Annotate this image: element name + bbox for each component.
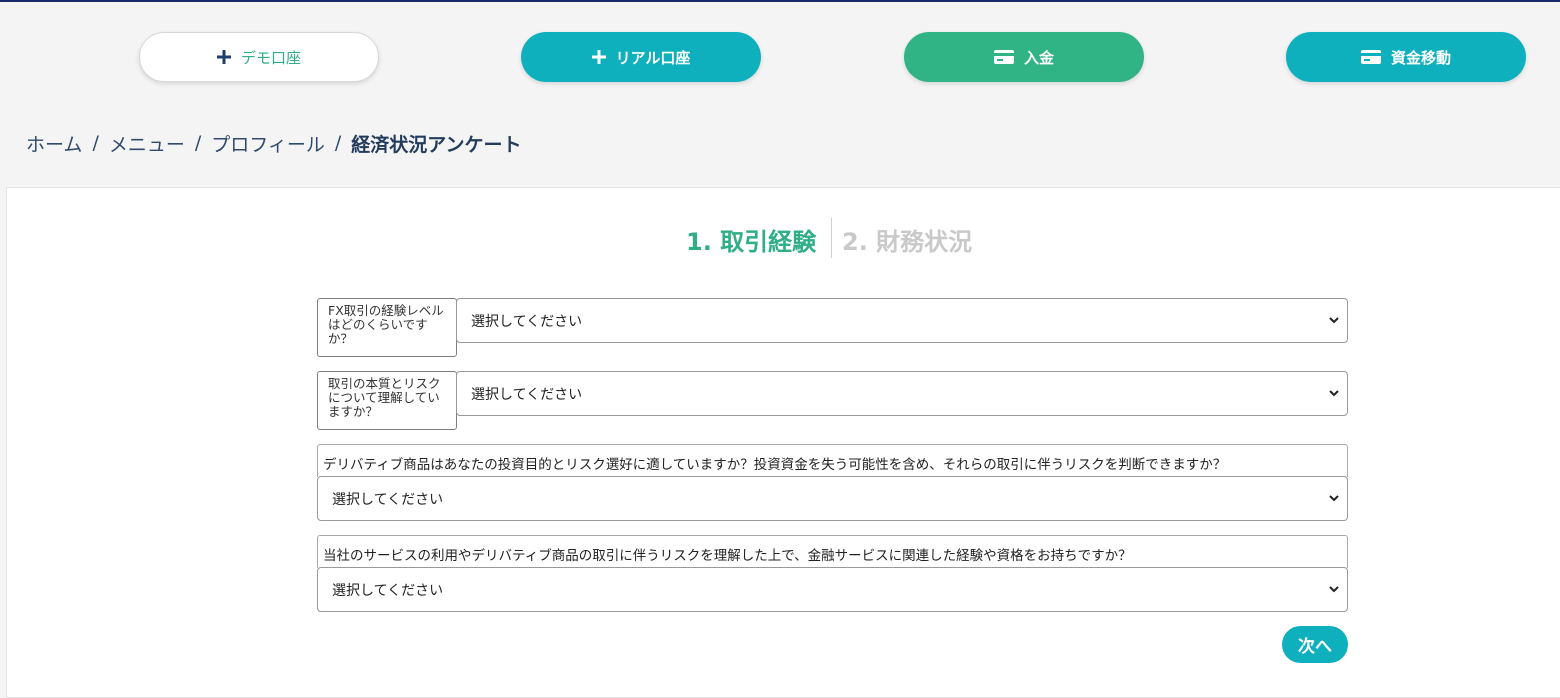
derivatives-suitability-select[interactable]: 選択してください [317, 476, 1348, 521]
chevron-down-icon [1329, 586, 1339, 593]
fund-transfer-button[interactable]: 資金移動 [1286, 32, 1526, 82]
select-value: 選択してください [471, 386, 583, 403]
step-trading-experience[interactable]: 1. 取引経験 [686, 222, 816, 257]
plus-icon [216, 50, 231, 64]
chevron-down-icon [1329, 317, 1339, 324]
breadcrumb-profile[interactable]: プロフィール [211, 130, 325, 157]
risk-understanding-select[interactable]: 選択してください [456, 371, 1348, 416]
breadcrumb-menu[interactable]: メニュー [109, 130, 185, 157]
breadcrumb-separator: / [334, 132, 342, 154]
select-value: 選択してください [471, 313, 583, 330]
breadcrumb-separator: / [194, 132, 202, 154]
step-financial-status[interactable]: 2. 財務状況 [842, 222, 972, 257]
step-indicator: 1. 取引経験 2. 財務状況 [0, 218, 1560, 258]
deposit-label: 入金 [1023, 48, 1054, 67]
select-value: 選択してください [332, 582, 444, 599]
breadcrumb-separator: / [92, 132, 99, 154]
breadcrumb-home[interactable]: ホーム [26, 130, 82, 157]
financial-qualification-select[interactable]: 選択してください [317, 567, 1348, 612]
card-icon [1360, 50, 1381, 64]
demo-account-label: デモ口座 [240, 48, 301, 67]
question-label: デリバティブ商品はあなたの投資目的とリスク選好に適していますか？投資資金を失う可… [317, 444, 1348, 477]
breadcrumb-current: 経済状況アンケート [351, 133, 522, 156]
card-icon [993, 50, 1014, 64]
fund-transfer-label: 資金移動 [1390, 48, 1451, 67]
real-account-button[interactable]: リアル口座 [521, 32, 761, 82]
select-value: 選択してください [332, 491, 444, 508]
next-button[interactable]: 次へ [1282, 626, 1348, 663]
question-label: 当社のサービスの利用やデリバティブ商品の取引に伴うリスクを理解した上で、金融サー… [317, 535, 1348, 568]
demo-account-button[interactable]: デモ口座 [139, 32, 379, 82]
fx-experience-select[interactable]: 選択してください [456, 298, 1348, 343]
chevron-down-icon [1329, 495, 1339, 502]
account-action-bar: デモ口座 リアル口座 入金 資金移動 [0, 0, 1560, 110]
survey-card [6, 187, 1560, 698]
chevron-down-icon [1329, 390, 1339, 397]
question-label: FX取引の経験レベルはどのくらいですか？ [317, 298, 457, 357]
step-divider [831, 218, 832, 258]
breadcrumb: ホーム / メニュー / プロフィール / 経済状況アンケート [26, 128, 522, 158]
deposit-button[interactable]: 入金 [904, 32, 1144, 82]
plus-icon [591, 50, 606, 64]
real-account-label: リアル口座 [615, 48, 691, 67]
question-label: 取引の本質とリスクについて理解していますか？ [317, 371, 457, 430]
